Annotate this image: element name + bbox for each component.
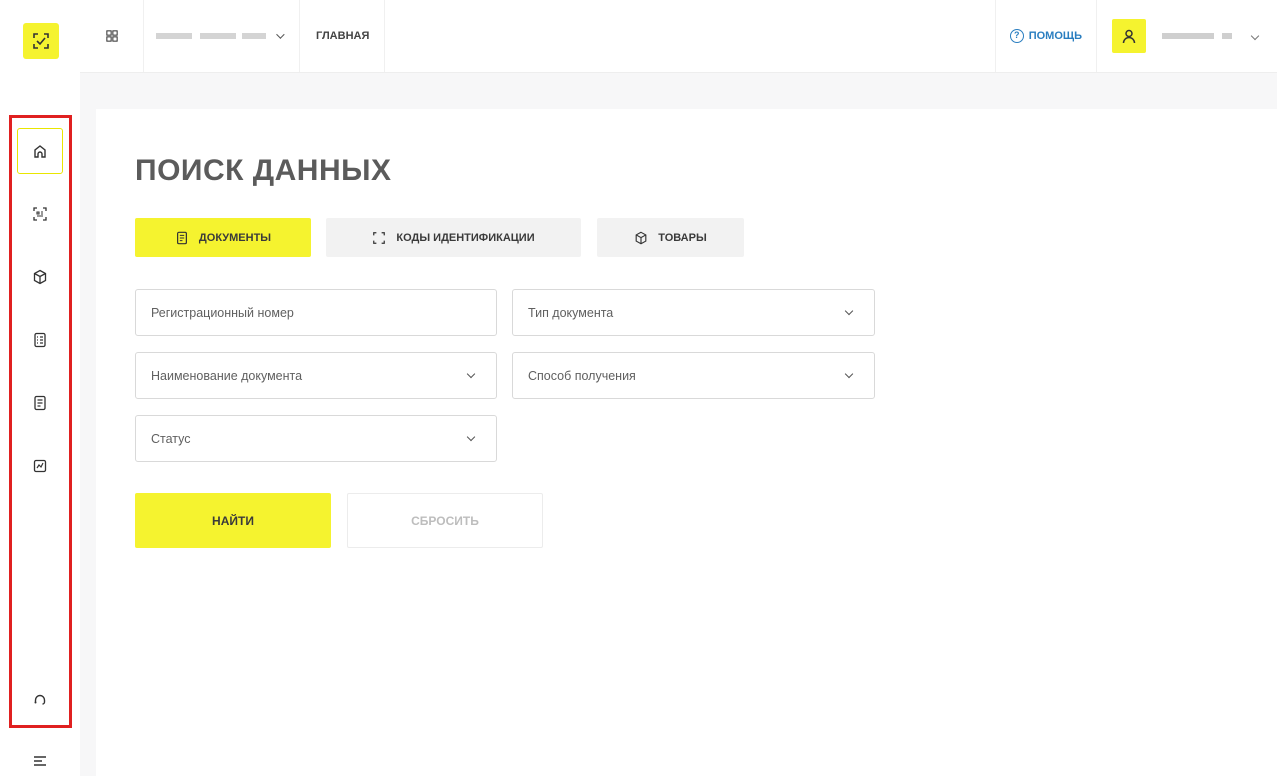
scan-code-icon bbox=[33, 207, 47, 221]
registration-number-input[interactable]: Регистрационный номер bbox=[135, 289, 497, 336]
field-placeholder: Способ получения bbox=[528, 368, 636, 383]
sidebar-menu-toggle[interactable] bbox=[17, 738, 63, 784]
receive-method-select[interactable]: Способ получения bbox=[512, 352, 875, 399]
avatar bbox=[1112, 19, 1146, 53]
chevron-down-icon bbox=[844, 369, 854, 379]
tab-label: ДОКУМЕНТЫ bbox=[198, 231, 272, 244]
sidebar-item-goods[interactable] bbox=[17, 254, 63, 300]
organization-select[interactable] bbox=[144, 0, 300, 72]
search-card: ПОИСК ДАННЫХ ДОКУМЕНТЫ КОДЫ ИДЕНТИФИКАЦИ… bbox=[96, 109, 1277, 776]
field-placeholder: Тип документа bbox=[528, 305, 614, 320]
tab-label: ТОВАРЫ bbox=[658, 231, 707, 244]
document-name-select[interactable]: Наименование документа bbox=[135, 352, 497, 399]
field-placeholder: Статус bbox=[151, 431, 191, 446]
headset-icon bbox=[34, 694, 46, 705]
list-icon bbox=[34, 332, 46, 348]
document-icon bbox=[176, 231, 187, 244]
reset-button[interactable]: СБРОСИТЬ bbox=[347, 493, 543, 548]
hamburger-icon bbox=[34, 756, 46, 766]
sidebar-item-home[interactable] bbox=[17, 128, 63, 174]
apps-button[interactable] bbox=[80, 0, 144, 72]
sidebar-item-reports[interactable] bbox=[17, 443, 63, 489]
tab-label: КОДЫ ИДЕНТИФИКАЦИИ bbox=[396, 231, 535, 244]
user-name-redacted bbox=[1162, 33, 1242, 39]
document-type-select[interactable]: Тип документа bbox=[512, 289, 875, 336]
status-select[interactable]: Статус bbox=[135, 415, 497, 462]
box-icon bbox=[33, 269, 47, 285]
field-placeholder: Наименование документа bbox=[151, 368, 303, 383]
field-placeholder: Регистрационный номер bbox=[151, 305, 294, 320]
help-label: ПОМОЩЬ bbox=[1028, 30, 1082, 42]
chevron-down-icon bbox=[276, 30, 285, 39]
tab-identification-codes[interactable]: КОДЫ ИДЕНТИФИКАЦИИ bbox=[326, 218, 581, 257]
logo-icon bbox=[33, 33, 49, 49]
sidebar bbox=[0, 0, 80, 776]
logo[interactable] bbox=[23, 23, 59, 59]
tab-goods[interactable]: ТОВАРЫ bbox=[597, 218, 744, 257]
document-icon bbox=[34, 395, 46, 411]
top-bar: ГЛАВНАЯ ? ПОМОЩЬ bbox=[80, 0, 1277, 73]
grid-icon bbox=[105, 30, 118, 42]
organization-name-redacted bbox=[156, 33, 266, 39]
sidebar-item-registry[interactable] bbox=[17, 317, 63, 363]
help-icon: ? bbox=[1009, 29, 1024, 43]
home-icon bbox=[34, 145, 46, 158]
user-icon bbox=[1122, 29, 1136, 44]
sidebar-item-documents[interactable] bbox=[17, 380, 63, 426]
chevron-down-icon bbox=[844, 306, 854, 316]
find-button[interactable]: НАЙТИ bbox=[135, 493, 331, 548]
workspace: ПОИСК ДАННЫХ ДОКУМЕНТЫ КОДЫ ИДЕНТИФИКАЦИ… bbox=[80, 73, 1277, 776]
chevron-down-icon bbox=[1250, 31, 1260, 41]
page-title: ПОИСК ДАННЫХ bbox=[135, 154, 392, 187]
chevron-down-icon bbox=[466, 432, 476, 442]
sidebar-item-codes[interactable] bbox=[17, 191, 63, 237]
chart-icon bbox=[33, 459, 47, 473]
user-menu[interactable] bbox=[1112, 0, 1277, 72]
chevron-down-icon bbox=[466, 369, 476, 379]
home-link[interactable]: ГЛАВНАЯ bbox=[300, 0, 385, 72]
box-icon bbox=[635, 231, 647, 244]
tab-documents[interactable]: ДОКУМЕНТЫ bbox=[135, 218, 311, 257]
sidebar-item-support[interactable] bbox=[17, 677, 63, 723]
help-link[interactable]: ? ПОМОЩЬ bbox=[994, 0, 1097, 72]
scan-frame-icon bbox=[373, 231, 386, 244]
